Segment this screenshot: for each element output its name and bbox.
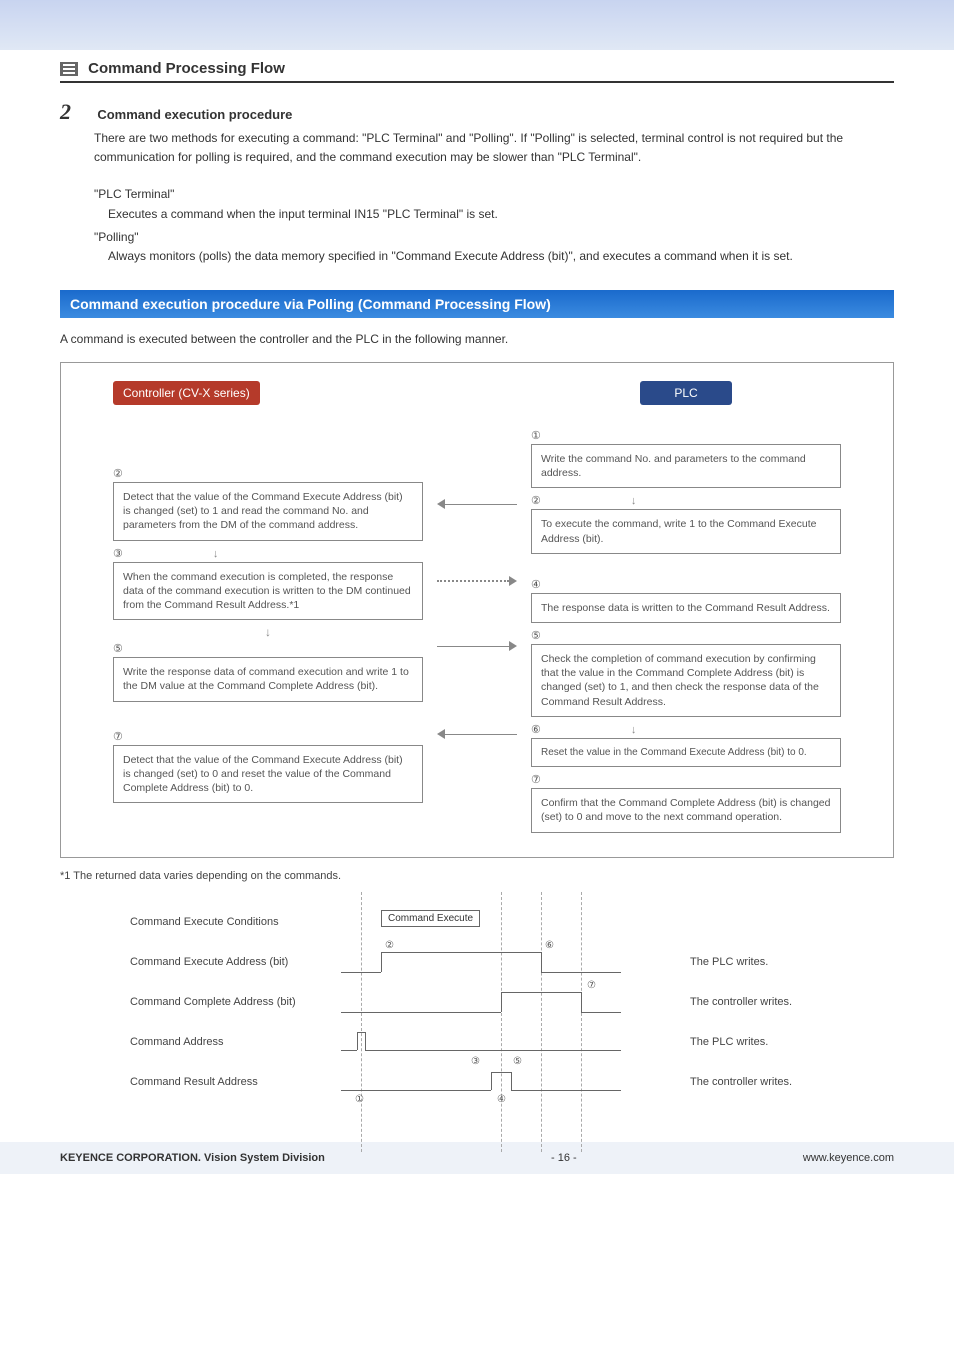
flow-box: Write the response data of command execu… xyxy=(113,657,423,701)
timing-label: Command Address xyxy=(130,1036,340,1048)
step-marker: ⑤ xyxy=(531,629,841,642)
mode2-desc: Always monitors (polls) the data memory … xyxy=(108,247,894,266)
page-footer: KEYENCE CORPORATION. Vision System Divis… xyxy=(0,1142,954,1174)
mark: ② xyxy=(385,940,394,951)
plc-column: PLC ① Write the command No. and paramete… xyxy=(531,381,841,838)
step-marker: ③↓ xyxy=(113,547,423,560)
flow-box: The response data is written to the Comm… xyxy=(531,593,841,623)
timing-label: Command Execute Address (bit) xyxy=(130,956,340,968)
step-marker: ⑤ xyxy=(113,642,423,655)
flow-box: Reset the value in the Command Execute A… xyxy=(531,738,841,768)
step-marker: ⑦ xyxy=(113,730,423,743)
mark: ① xyxy=(355,1094,364,1105)
step-marker: ① xyxy=(531,429,841,442)
step-marker: ⑦ xyxy=(531,773,841,786)
flow-box: Confirm that the Command Complete Addres… xyxy=(531,788,841,832)
flow-box: Write the command No. and parameters to … xyxy=(531,444,841,488)
connector-column xyxy=(437,381,517,838)
mode1-title: "PLC Terminal" xyxy=(94,185,894,204)
footer-right: www.keyence.com xyxy=(803,1152,894,1164)
mark: ③ xyxy=(471,1056,480,1067)
timing-label: Command Result Address xyxy=(130,1076,340,1088)
timing-note: The controller writes. xyxy=(690,996,792,1008)
step-marker: ②↓ xyxy=(531,494,841,507)
plc-header: PLC xyxy=(640,381,731,405)
step-marker: ② xyxy=(113,467,423,480)
mark: ⑥ xyxy=(545,940,554,951)
controller-header: Controller (CV-X series) xyxy=(113,381,260,405)
note-icon xyxy=(60,62,78,76)
section-header: Command Processing Flow xyxy=(60,50,894,81)
mark: ④ xyxy=(497,1094,506,1105)
step-marker: ④ xyxy=(531,578,841,591)
blue-subtext: A command is executed between the contro… xyxy=(60,332,894,346)
flow-box: Detect that the value of the Command Exe… xyxy=(113,482,423,541)
mode1-desc: Executes a command when the input termin… xyxy=(108,205,894,224)
footer-center: - 16 - xyxy=(551,1152,577,1164)
mode2-title: "Polling" xyxy=(94,228,894,247)
flow-box: To execute the command, write 1 to the C… xyxy=(531,509,841,553)
blue-heading: Command execution procedure via Polling … xyxy=(60,290,894,318)
step-marker: ⑥↓ xyxy=(531,723,841,736)
command-execute-box: Command Execute xyxy=(381,910,480,927)
top-band xyxy=(0,0,954,50)
timing-note: The controller writes. xyxy=(690,1076,792,1088)
step-row: 2 Command execution procedure xyxy=(60,99,894,125)
timing-note: The PLC writes. xyxy=(690,1036,768,1048)
mark: ⑤ xyxy=(513,1056,522,1067)
footer-left: KEYENCE CORPORATION. Vision System Divis… xyxy=(60,1152,325,1164)
controller-column: Controller (CV-X series) ② Detect that t… xyxy=(113,381,423,838)
footnote: *1 The returned data varies depending on… xyxy=(60,870,894,882)
section-title: Command Processing Flow xyxy=(88,60,285,77)
intro-text: There are two methods for executing a co… xyxy=(94,129,894,167)
flow-box: Check the completion of command executio… xyxy=(531,644,841,717)
timing-note: The PLC writes. xyxy=(690,956,768,968)
timing-label: Command Complete Address (bit) xyxy=(130,996,340,1008)
timing-label: Command Execute Conditions xyxy=(130,916,340,928)
flow-box: Detect that the value of the Command Exe… xyxy=(113,745,423,804)
step-number: 2 xyxy=(60,99,94,125)
mark: ⑦ xyxy=(587,980,596,991)
flow-diagram: Controller (CV-X series) ② Detect that t… xyxy=(60,362,894,857)
arrow-down-icon: ↓ xyxy=(113,626,423,638)
rule xyxy=(60,81,894,83)
step-title: Command execution procedure xyxy=(97,107,292,122)
flow-box: When the command execution is completed,… xyxy=(113,562,423,621)
timing-chart: Command Execute Conditions Command Execu… xyxy=(130,902,894,1102)
